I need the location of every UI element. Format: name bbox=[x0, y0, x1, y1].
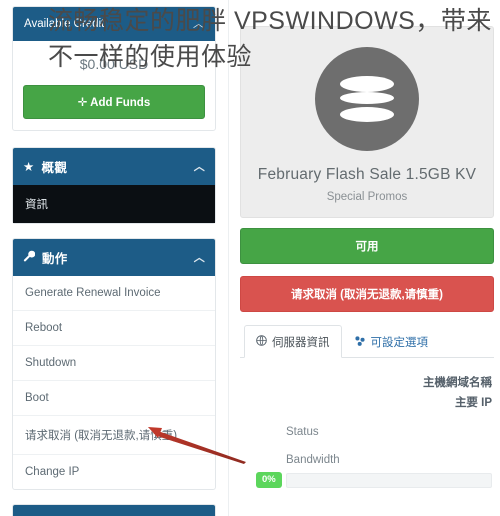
sidebar-item-reboot[interactable]: Reboot bbox=[13, 311, 215, 346]
sidebar-item-label: 資訊 bbox=[25, 199, 48, 211]
bandwidth-progress-track bbox=[285, 472, 492, 488]
detail-label-hostname: 主機網域名稱 bbox=[423, 377, 492, 390]
bandwidth-progress: 0% bbox=[242, 472, 492, 488]
available-credit-card: Available Credit ︿ $0.00 USD ✛ Add Funds bbox=[12, 6, 216, 131]
tab-configurable-options[interactable]: 可設定選項 bbox=[342, 325, 441, 358]
action-buttons: 可用 请求取消 (取消无退款,请慎重) bbox=[240, 228, 494, 313]
sidebar-item-label: 请求取消 (取消无退款,请慎重) bbox=[25, 430, 178, 442]
promo-card: February Flash Sale 1.5GB KV Special Pro… bbox=[240, 26, 494, 219]
request-cancellation-button[interactable]: 请求取消 (取消无退款,请慎重) bbox=[240, 276, 494, 313]
product-group: Special Promos bbox=[326, 191, 408, 204]
panel-rate-our-service-header[interactable]: Rate Our Service ︿ bbox=[13, 505, 215, 516]
detail-label-primary-ip: 主要 IP bbox=[454, 397, 492, 410]
server-details: 主機網域名稱 主要 IP Status Bandwidth 0% bbox=[234, 358, 500, 488]
available-credit-amount: $0.00 USD bbox=[79, 56, 149, 72]
panel-actions-header[interactable]: 動作 ︿ bbox=[13, 239, 215, 276]
status-button[interactable]: 可用 bbox=[240, 228, 494, 265]
star-icon: ★ bbox=[23, 160, 35, 174]
detail-row: Status bbox=[242, 426, 492, 438]
tab-server-info[interactable]: 伺服器資訊 bbox=[244, 325, 342, 359]
sidebar: Available Credit ︿ $0.00 USD ✛ Add Funds… bbox=[0, 0, 228, 516]
panel-overview-header[interactable]: ★ 概觀 ︿ bbox=[13, 148, 215, 185]
available-credit-footer: ✛ Add Funds bbox=[13, 85, 215, 130]
sidebar-item-boot[interactable]: Boot bbox=[13, 381, 215, 416]
tab-bar: 伺服器資訊 可設定選項 bbox=[240, 324, 494, 359]
server-icon bbox=[256, 335, 267, 349]
detail-label-status: Status bbox=[286, 426, 319, 439]
add-funds-button[interactable]: ✛ Add Funds bbox=[23, 85, 205, 119]
panel-overview-body: 資訊 bbox=[13, 185, 215, 223]
sidebar-item-request-cancellation[interactable]: 请求取消 (取消无退款,请慎重) bbox=[13, 416, 215, 455]
panel-actions-title: 動作 bbox=[42, 252, 68, 266]
detail-label-bandwidth: Bandwidth bbox=[286, 454, 340, 467]
tab-label: 可設定選項 bbox=[370, 337, 429, 350]
bandwidth-percent-badge: 0% bbox=[256, 472, 282, 488]
detail-row: Bandwidth bbox=[242, 454, 492, 466]
wrench-icon bbox=[23, 250, 36, 265]
sidebar-item-change-ip[interactable]: Change IP bbox=[13, 455, 215, 489]
chevron-up-icon[interactable]: ︿ bbox=[193, 15, 204, 31]
sidebar-item-label: Shutdown bbox=[25, 357, 77, 369]
column-divider bbox=[228, 0, 229, 516]
chevron-up-icon[interactable]: ︿ bbox=[194, 249, 205, 265]
panel-actions: 動作 ︿ Generate Renewal Invoice Reboot Shu… bbox=[12, 238, 216, 490]
product-title: February Flash Sale 1.5GB KV bbox=[257, 166, 477, 183]
sidebar-item-label: Boot bbox=[25, 392, 49, 404]
detail-row: 主要 IP bbox=[242, 394, 492, 410]
sidebar-item-label: Generate Renewal Invoice bbox=[25, 287, 161, 299]
sidebar-item-shutdown[interactable]: Shutdown bbox=[13, 346, 215, 381]
sidebar-item-label: Change IP bbox=[25, 466, 80, 478]
sidebar-item-generate-renewal-invoice[interactable]: Generate Renewal Invoice bbox=[13, 276, 215, 311]
available-credit-title: Available Credit bbox=[24, 18, 105, 30]
sliders-icon bbox=[354, 335, 366, 350]
panel-overview-title: 概觀 bbox=[41, 161, 68, 175]
tab-label: 伺服器資訊 bbox=[272, 337, 330, 350]
database-icon bbox=[315, 47, 419, 151]
available-credit-header[interactable]: Available Credit ︿ bbox=[13, 7, 215, 41]
panel-rate-our-service: Rate Our Service ︿ Rate Us ★ bbox=[12, 504, 216, 516]
panel-actions-body: Generate Renewal Invoice Reboot Shutdown… bbox=[13, 276, 215, 489]
sidebar-item-label: Reboot bbox=[25, 322, 63, 334]
chevron-up-icon[interactable]: ︿ bbox=[194, 158, 205, 174]
page-root: Available Credit ︿ $0.00 USD ✛ Add Funds… bbox=[0, 0, 500, 516]
main-content: February Flash Sale 1.5GB KV Special Pro… bbox=[234, 0, 500, 516]
detail-row: 主機網域名稱 bbox=[242, 374, 492, 390]
sidebar-item-info[interactable]: 資訊 bbox=[13, 185, 215, 223]
panel-overview: ★ 概觀 ︿ 資訊 bbox=[12, 147, 216, 224]
